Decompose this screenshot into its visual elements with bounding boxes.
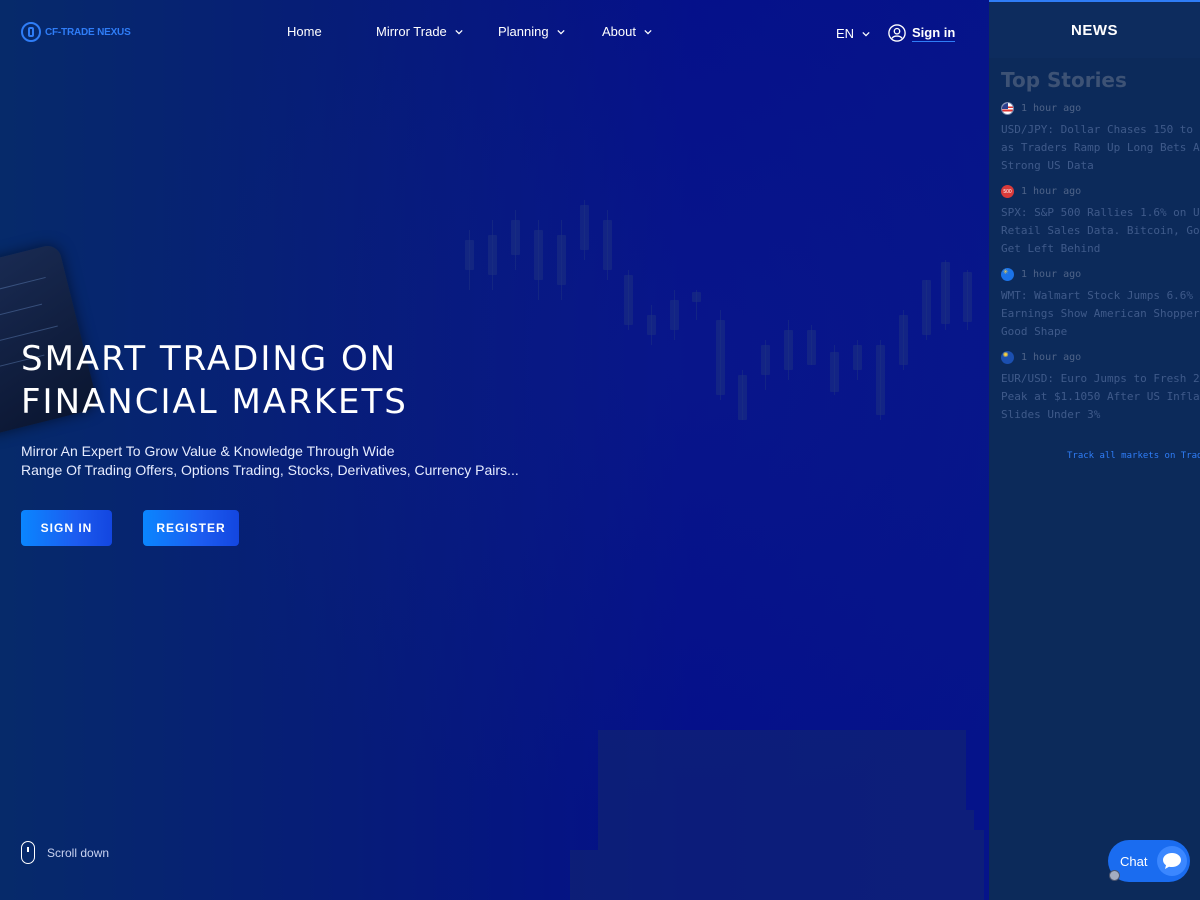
nav-home[interactable]: Home	[287, 24, 322, 39]
chat-label: Chat	[1120, 853, 1148, 869]
hero-subtitle-line-2: Range Of Trading Offers, Options Trading…	[21, 462, 519, 478]
chat-bubble-icon	[1157, 846, 1188, 876]
story-title[interactable]: SPX: S&P 500 Rallies 1.6% on Upbeat Reta…	[1001, 204, 1200, 258]
hero-title-line-1: SMART TRADING ON	[21, 339, 398, 379]
brand-logo[interactable]: CF-TRADE NEXUS	[21, 22, 131, 42]
chevron-down-icon	[644, 29, 652, 34]
news-header: NEWS	[989, 2, 1200, 58]
track-markets-link[interactable]: Track all markets on TradingView	[1067, 451, 1200, 461]
story-time: 1 hour ago	[1021, 352, 1082, 363]
nav-sign-in-label: Sign in	[912, 24, 956, 42]
story-meta: 1 hour ago	[1001, 267, 1200, 281]
hero-title-line-2: FINANCIAL MARKETS	[21, 382, 408, 422]
sp500-icon: 500	[1001, 185, 1014, 198]
news-story[interactable]: 1 hour ago EUR/USD: Euro Jumps to Fresh …	[1001, 350, 1200, 424]
chevron-down-icon	[556, 29, 565, 34]
chevron-down-icon	[455, 29, 463, 34]
mouse-icon	[21, 841, 35, 864]
story-title[interactable]: EUR/USD: Euro Jumps to Fresh 2024 Peak a…	[1001, 370, 1200, 424]
logo-icon	[21, 22, 41, 42]
chevron-down-icon	[862, 31, 870, 36]
nav-planning-label: Planning	[498, 24, 549, 39]
story-meta: 500 1 hour ago	[1001, 185, 1200, 198]
top-navigation: CF-TRADE NEXUS Home Mirror Trade Plannin…	[0, 0, 989, 66]
nav-planning[interactable]: Planning	[498, 24, 565, 39]
story-time: 1 hour ago	[1021, 186, 1082, 197]
story-time: 1 hour ago	[1021, 103, 1082, 114]
language-label: EN	[836, 26, 855, 41]
chat-button[interactable]: Chat	[1108, 840, 1190, 882]
story-meta: 1 hour ago	[1001, 102, 1200, 115]
register-button[interactable]: REGISTER	[143, 510, 239, 546]
news-panel: NEWS Top Stories 1 hour ago USD/JPY: Dol…	[989, 0, 1200, 900]
sign-in-button[interactable]: SIGN IN	[21, 510, 112, 546]
nav-mirror-trade-label: Mirror Trade	[376, 24, 447, 39]
chat-status-indicator	[1109, 870, 1120, 881]
news-story[interactable]: 1 hour ago WMT: Walmart Stock Jumps 6.6%…	[1001, 267, 1200, 341]
hero-subtitle: Mirror An Expert To Grow Value & Knowled…	[21, 442, 541, 480]
story-time: 1 hour ago	[1021, 269, 1082, 280]
news-story[interactable]: 500 1 hour ago SPX: S&P 500 Rallies 1.6%…	[1001, 185, 1200, 258]
walmart-icon	[1001, 267, 1014, 281]
top-stories-title: Top Stories	[1001, 68, 1127, 92]
scroll-down-label: Scroll down	[47, 845, 110, 860]
story-title[interactable]: USD/JPY: Dollar Chases 150 to Yen as Tra…	[1001, 121, 1200, 175]
news-story[interactable]: 1 hour ago USD/JPY: Dollar Chases 150 to…	[1001, 102, 1200, 175]
nav-mirror-trade[interactable]: Mirror Trade	[376, 24, 463, 39]
scroll-down-indicator[interactable]: Scroll down	[21, 841, 109, 864]
news-widget: Top Stories 1 hour ago USD/JPY: Dollar C…	[1001, 62, 1200, 447]
nav-sign-in[interactable]: Sign in	[888, 24, 956, 42]
hero-subtitle-line-1: Mirror An Expert To Grow Value & Knowled…	[21, 443, 395, 459]
logo-text: CF-TRADE NEXUS	[45, 26, 131, 38]
story-title[interactable]: WMT: Walmart Stock Jumps 6.6% After Earn…	[1001, 287, 1200, 341]
nav-about[interactable]: About	[602, 24, 652, 39]
hero-title: SMART TRADING ON FINANCIAL MARKETS	[21, 338, 621, 424]
user-icon	[888, 24, 906, 42]
story-meta: 1 hour ago	[1001, 350, 1200, 364]
language-selector[interactable]: EN	[836, 26, 870, 41]
eu-flag-icon	[1001, 350, 1014, 364]
nav-about-label: About	[602, 24, 636, 39]
nav-home-label: Home	[287, 24, 322, 39]
volume-bars-background	[560, 730, 989, 900]
us-flag-icon	[1001, 102, 1014, 115]
